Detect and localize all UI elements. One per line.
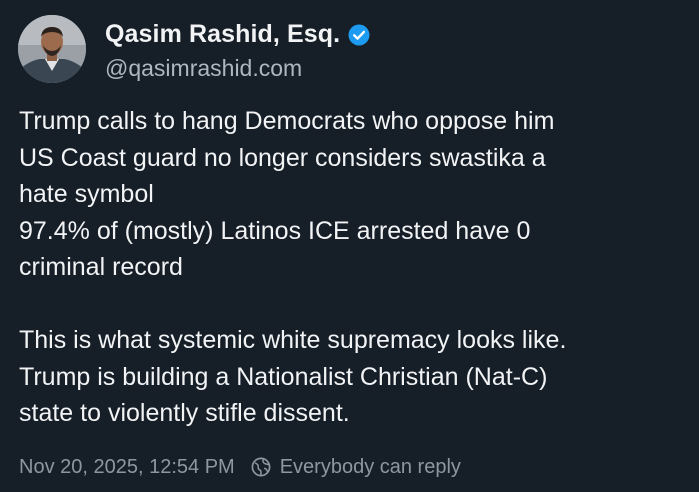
- post-text: Trump calls to hang Democrats who oppose…: [19, 103, 691, 432]
- paragraph-break: [19, 286, 691, 323]
- post-text-line: Trump is building a Nationalist Christia…: [19, 362, 548, 391]
- name-row: Qasim Rashid, Esq.: [105, 17, 370, 53]
- post-timestamp[interactable]: Nov 20, 2025, 12:54 PM: [19, 456, 235, 479]
- reply-setting-label[interactable]: Everybody can reply: [280, 456, 461, 479]
- post-text-line: Trump calls to hang Democrats who oppose…: [19, 107, 555, 135]
- post-meta: Nov 20, 2025, 12:54 PM Everybody can rep…: [19, 452, 461, 482]
- post-text-line: hate symbol: [19, 180, 154, 208]
- avatar[interactable]: [18, 15, 86, 83]
- post-text-line: state to violently stifle dissent.: [19, 399, 350, 427]
- post-card: Qasim Rashid, Esq. @qasimrashid.com Trum…: [0, 0, 699, 492]
- post-text-line: 97.4% of (mostly) Latinos ICE arrested h…: [19, 216, 531, 245]
- post-header: Qasim Rashid, Esq. @qasimrashid.com: [18, 14, 370, 84]
- post-text-line: US Coast guard no longer considers swast…: [19, 143, 546, 172]
- post-text-line: This is what systemic white supremacy lo…: [19, 326, 567, 354]
- author-display-name[interactable]: Qasim Rashid, Esq.: [105, 20, 340, 49]
- verified-badge-icon: [348, 24, 370, 46]
- globe-reply-icon: [251, 457, 271, 477]
- author-handle[interactable]: @qasimrashid.com: [105, 55, 370, 82]
- avatar-photo: [18, 15, 86, 83]
- post-text-line: criminal record: [19, 253, 183, 281]
- author-names: Qasim Rashid, Esq. @qasimrashid.com: [105, 17, 370, 82]
